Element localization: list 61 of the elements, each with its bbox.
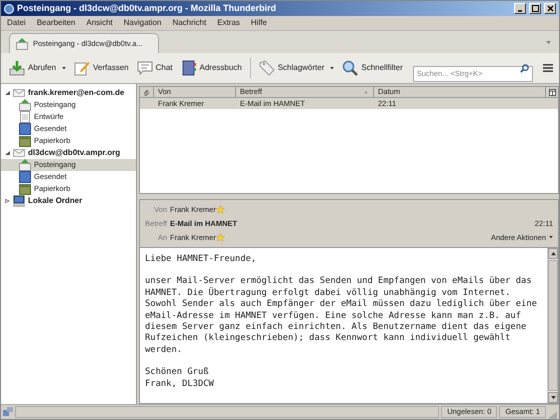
scroll-down-icon[interactable] bbox=[550, 396, 556, 400]
toolbar-button[interactable]: Chat bbox=[134, 60, 175, 76]
caret-icon bbox=[549, 236, 553, 239]
toolbar-button[interactable]: Verfassen bbox=[72, 60, 131, 76]
menu-item[interactable]: Hilfe bbox=[250, 17, 267, 29]
collapse-icon[interactable] bbox=[5, 151, 10, 155]
app-icon bbox=[4, 4, 14, 14]
resize-grip-icon[interactable] bbox=[548, 411, 557, 419]
star-icon[interactable] bbox=[216, 205, 225, 214]
computer-icon bbox=[13, 195, 25, 207]
inbox-icon bbox=[19, 99, 31, 111]
inbox-icon bbox=[16, 38, 28, 50]
paperclip-icon[interactable] bbox=[143, 88, 150, 96]
scrollbar[interactable] bbox=[547, 248, 558, 403]
maximize-icon bbox=[532, 5, 538, 12]
magnifier-icon bbox=[342, 60, 358, 76]
sort-icon bbox=[364, 90, 368, 94]
menu-item[interactable]: Navigation bbox=[124, 17, 162, 29]
toolbar-button[interactable]: Adressbuch bbox=[178, 60, 244, 76]
trash-icon bbox=[19, 135, 31, 147]
toolbar-button[interactable]: Schnellfilter bbox=[340, 60, 405, 76]
folder-item[interactable]: dl3dcw@db0tv.ampr.org bbox=[1, 147, 136, 159]
speech-bubble-icon bbox=[136, 60, 153, 76]
network-icon bbox=[3, 407, 13, 417]
tag-icon bbox=[258, 60, 275, 76]
scroll-thumb[interactable] bbox=[548, 260, 558, 391]
maximize-button[interactable] bbox=[529, 3, 541, 14]
envelope-icon bbox=[13, 87, 25, 99]
tab-list-icon[interactable] bbox=[546, 41, 551, 45]
scroll-up-icon[interactable] bbox=[550, 252, 556, 256]
folder-item[interactable]: frank.kremer@en-com.de bbox=[1, 87, 136, 99]
sent-folder-icon bbox=[19, 123, 31, 135]
menu-item[interactable]: Bearbeiten bbox=[36, 17, 76, 29]
address-book-icon bbox=[180, 60, 197, 76]
sent-folder-icon bbox=[19, 171, 31, 183]
expand-icon[interactable] bbox=[5, 199, 10, 203]
document-icon bbox=[19, 111, 31, 123]
column-picker-icon[interactable] bbox=[548, 88, 556, 96]
search-icon[interactable] bbox=[520, 64, 529, 72]
minimize-button[interactable] bbox=[514, 3, 526, 14]
close-button[interactable] bbox=[544, 3, 556, 14]
collapse-icon[interactable] bbox=[5, 91, 10, 95]
menu-item[interactable]: Ansicht bbox=[86, 17, 113, 29]
body-paragraph: unser Mail-Server ermöglicht das Senden und Empfangen von eMails über das HAMNET. Die Übertragung erfolgt dabei völlig unabhängig vom Internet. Sowohl Sender als auch Empfänger der eMail müssen dazu lediglich über eine eMail-Adresse im HAMNET verfügen. Eine solche Adresse kann man z.B. auf diesem Server ganz einfach einrichten. Als Benutzername dient das eigene Rufzeichen (kleingeschrieben); dass Kennwort kann individuell gewählt werden. bbox=[145, 276, 538, 356]
pencil-paper-icon bbox=[74, 60, 90, 76]
toolbar-button[interactable]: Abrufen bbox=[7, 60, 68, 76]
menu-item[interactable]: Nachricht bbox=[172, 17, 206, 29]
download-icon bbox=[9, 60, 25, 76]
close-icon bbox=[546, 5, 554, 12]
envelope-icon bbox=[13, 147, 25, 159]
body-paragraph: Schönen Gruß Frank, DL3DCW bbox=[145, 367, 215, 390]
menu-icon[interactable] bbox=[542, 63, 553, 73]
toolbar-button[interactable]: Schlagwörter bbox=[256, 60, 336, 76]
folder-item[interactable]: Lokale Ordner bbox=[1, 195, 136, 207]
star-icon[interactable] bbox=[216, 233, 225, 242]
menu-item[interactable]: Datei bbox=[7, 17, 26, 29]
window-title: Posteingang - dl3dcw@db0tv.ampr.org - Mozilla Thunderbird bbox=[17, 2, 278, 15]
body-paragraph: Liebe HAMNET-Freunde, bbox=[145, 254, 258, 266]
inbox-icon bbox=[19, 159, 31, 171]
trash-icon bbox=[19, 183, 31, 195]
menu-item[interactable]: Extras bbox=[217, 17, 240, 29]
